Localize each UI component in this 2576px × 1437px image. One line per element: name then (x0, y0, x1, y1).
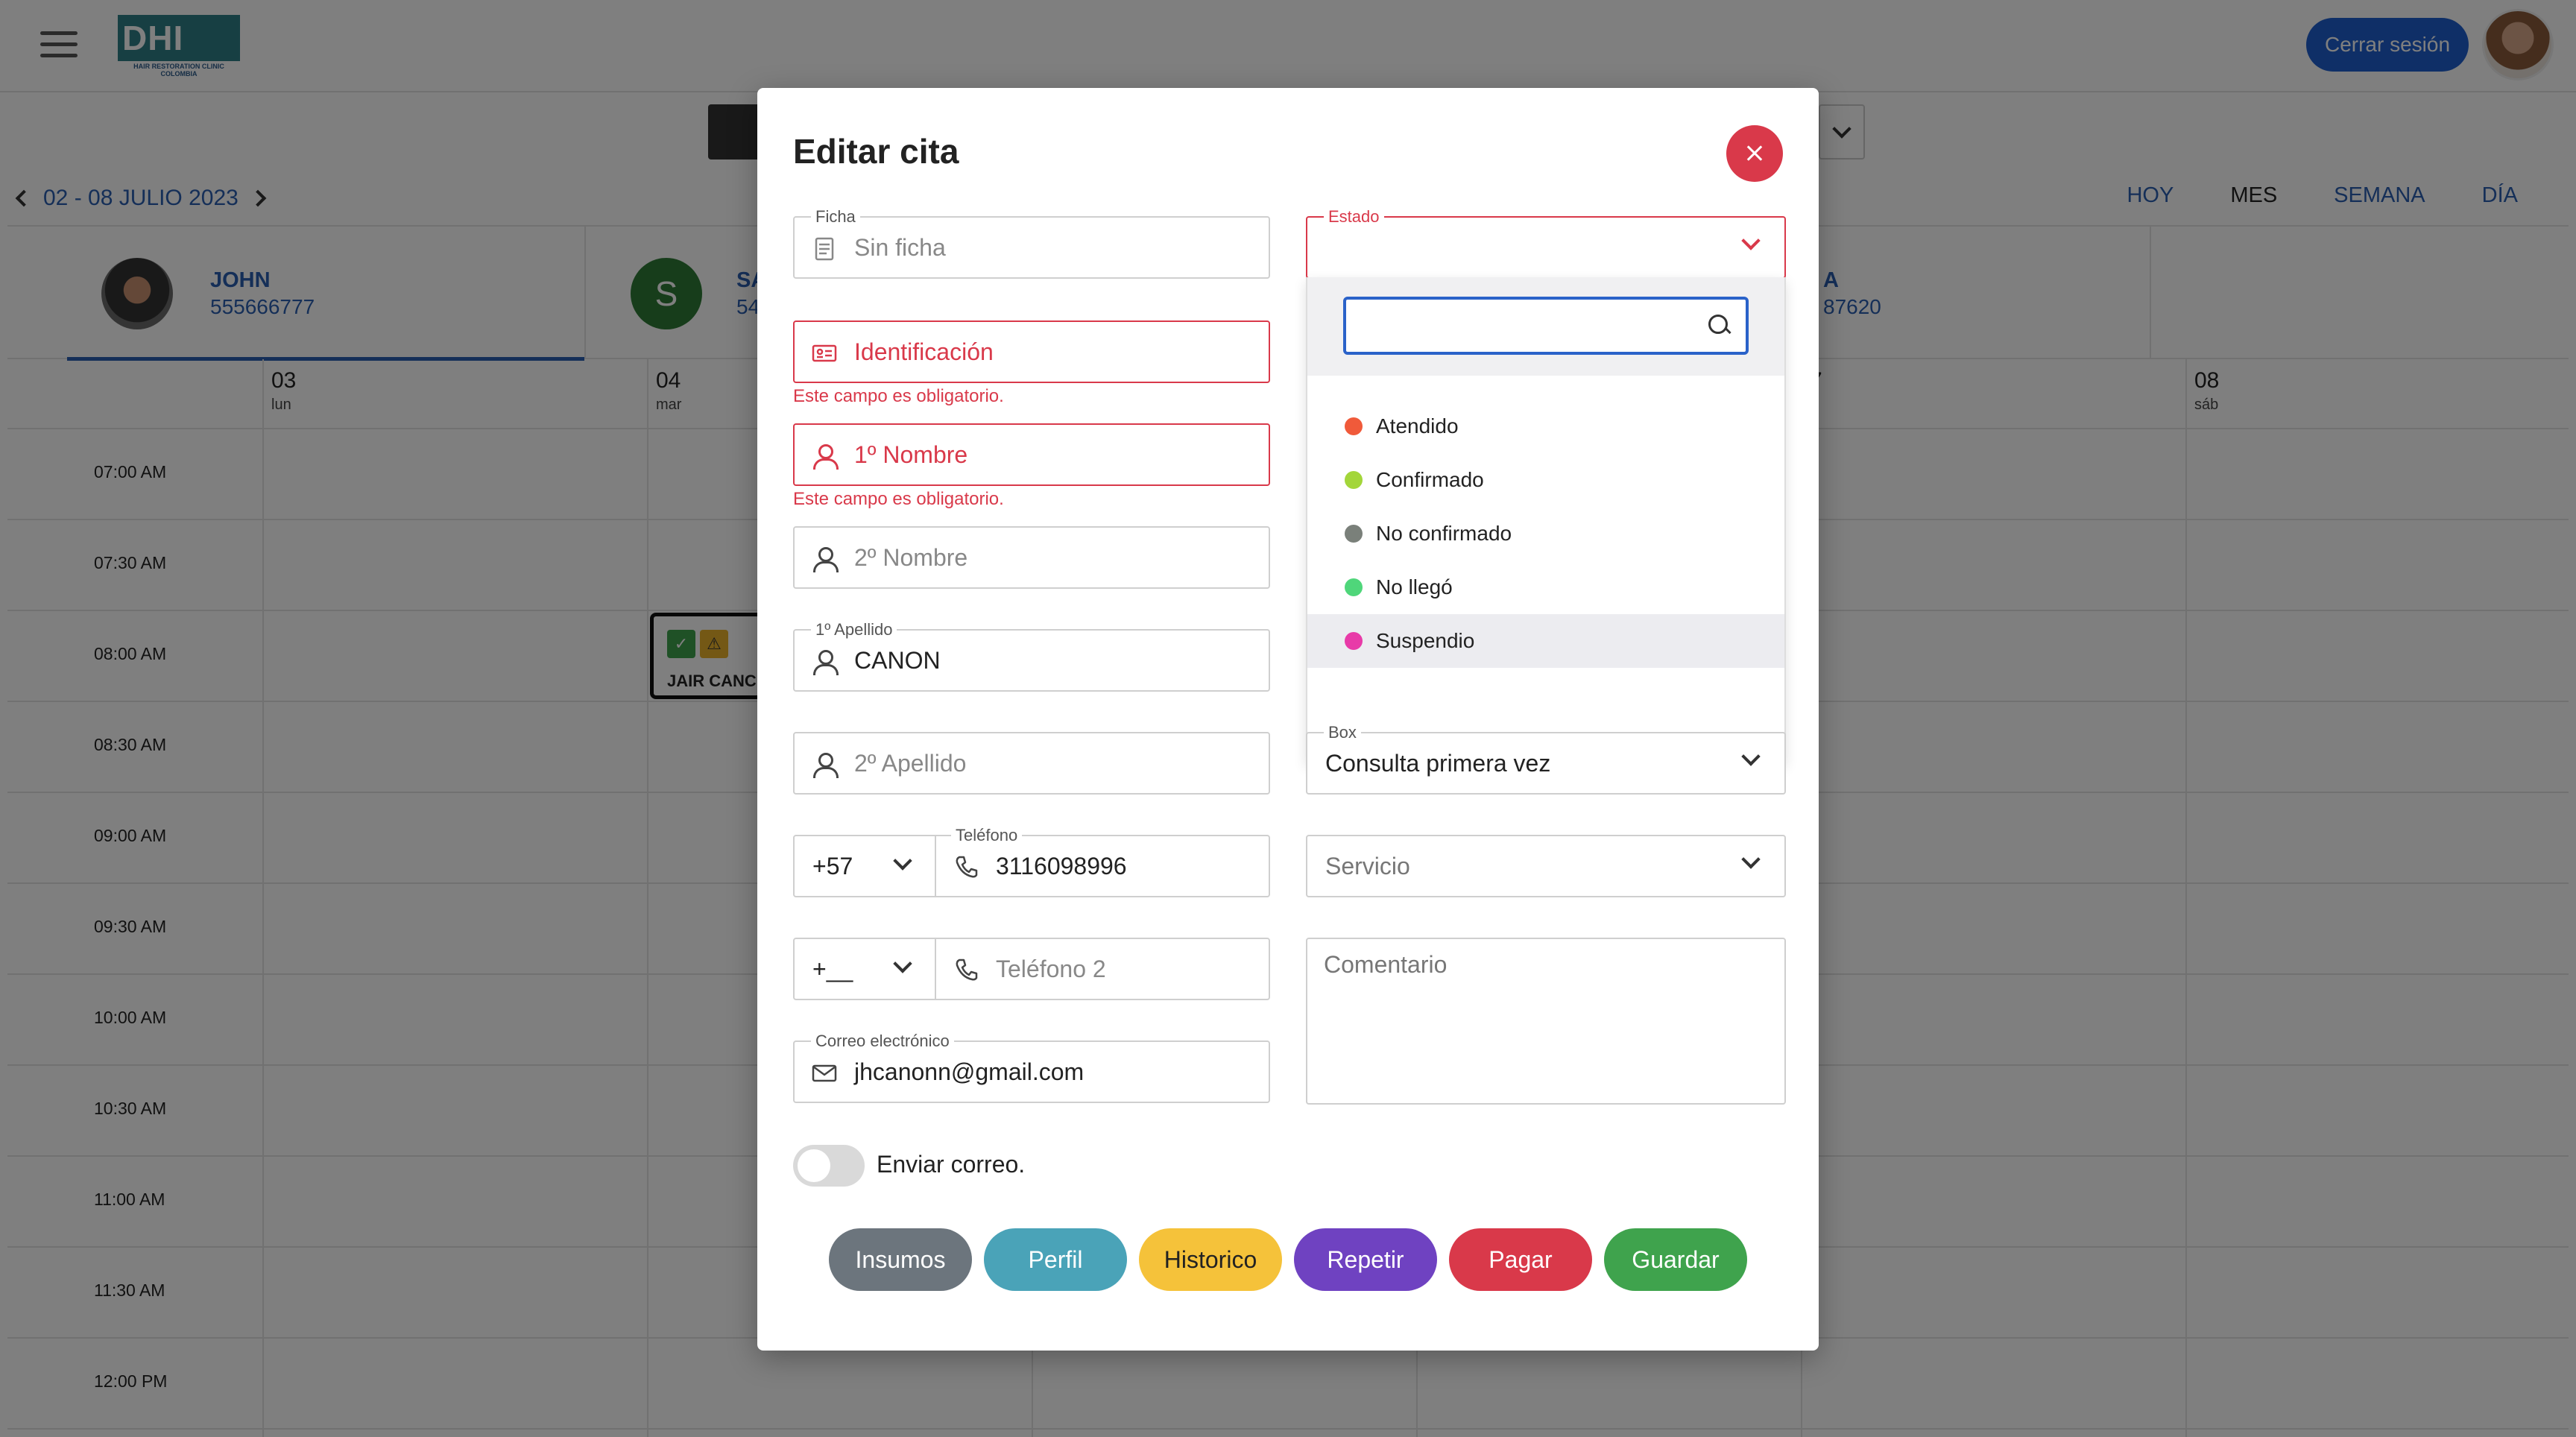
telefono2-field[interactable]: +__ Teléfono 2 (793, 938, 1270, 1000)
country-code-select[interactable]: +__ (795, 939, 936, 999)
id-card-icon (811, 340, 838, 367)
comentario-textarea[interactable]: Comentario (1306, 938, 1786, 1105)
estado-option-suspendio[interactable]: Suspendio (1307, 614, 1784, 668)
status-dot (1345, 578, 1363, 596)
phone-icon (954, 854, 979, 879)
mail-icon (811, 1060, 838, 1087)
box-select[interactable]: Box Consulta primera vez (1306, 723, 1786, 795)
ficha-field[interactable]: Ficha Sin ficha (793, 207, 1270, 279)
telefono-field[interactable]: Teléfono +57 3116098996 (793, 826, 1270, 897)
insumos-button[interactable]: Insumos (829, 1228, 972, 1291)
estado-option-confirmado[interactable]: Confirmado (1307, 453, 1784, 507)
user-icon (811, 648, 839, 675)
ficha-legend: Ficha (811, 207, 860, 227)
box-legend: Box (1324, 723, 1361, 742)
status-dot (1345, 525, 1363, 543)
correo-field[interactable]: Correo electrónico jhcanonn@gmail.com (793, 1032, 1270, 1103)
nombre1-error: Este campo es obligatorio. (793, 489, 1004, 509)
telefono-value: 3116098996 (996, 853, 1127, 879)
dropdown-search-area (1307, 277, 1784, 376)
nombre1-field[interactable]: 1º Nombre (793, 423, 1270, 486)
historico-button[interactable]: Historico (1139, 1228, 1282, 1291)
country-code-value: +57 (812, 853, 853, 879)
identificacion-placeholder: Identificación (854, 338, 994, 365)
enviar-correo-label: Enviar correo. (877, 1151, 1026, 1178)
telefono2-placeholder: Teléfono 2 (996, 956, 1106, 982)
option-label: Suspendio (1376, 629, 1475, 652)
apellido1-value: CANON (854, 647, 941, 674)
option-label: No confirmado (1376, 522, 1512, 545)
estado-option-atendido[interactable]: Atendido (1307, 399, 1784, 453)
country-code-value: +__ (812, 956, 853, 982)
telefono-legend: Teléfono (951, 826, 1023, 845)
status-dot (1345, 632, 1363, 650)
status-dot (1345, 417, 1363, 435)
pagar-button[interactable]: Pagar (1449, 1228, 1592, 1291)
phone-icon (954, 957, 979, 982)
user-icon (811, 546, 839, 572)
apellido2-field[interactable]: 2º Apellido (793, 732, 1270, 795)
servicio-placeholder: Servicio (1325, 853, 1410, 879)
chevron-down-icon (1741, 231, 1761, 250)
chevron-down-icon (1741, 850, 1761, 869)
estado-option-no-llego[interactable]: No llegó (1307, 560, 1784, 614)
estado-select[interactable]: Estado (1306, 207, 1786, 279)
document-icon (811, 236, 838, 262)
apellido2-placeholder: 2º Apellido (854, 750, 967, 777)
perfil-button[interactable]: Perfil (984, 1228, 1127, 1291)
estado-option-no-confirmado[interactable]: No confirmado (1307, 507, 1784, 560)
close-button[interactable] (1726, 125, 1783, 182)
repetir-button[interactable]: Repetir (1294, 1228, 1437, 1291)
estado-dropdown: Atendido Confirmado No confirmado No lle… (1306, 277, 1786, 763)
option-label: Atendido (1376, 414, 1459, 438)
chevron-down-icon (893, 954, 912, 973)
comentario-placeholder: Comentario (1324, 951, 1448, 978)
edit-appointment-modal: Editar cita Ficha Sin ficha Identificaci… (757, 88, 1819, 1351)
correo-legend: Correo electrónico (811, 1032, 954, 1051)
apellido1-field[interactable]: 1º Apellido CANON (793, 620, 1270, 692)
user-icon (811, 751, 839, 778)
identificacion-error: Este campo es obligatorio. (793, 386, 1004, 406)
search-icon (1707, 313, 1732, 338)
chevron-down-icon (1741, 747, 1761, 766)
ficha-placeholder: Sin ficha (854, 234, 946, 261)
modal-title: Editar cita (793, 132, 959, 171)
nombre2-placeholder: 2º Nombre (854, 544, 968, 571)
status-dot (1345, 471, 1363, 489)
servicio-select[interactable]: Servicio (1306, 835, 1786, 897)
guardar-button[interactable]: Guardar (1604, 1228, 1747, 1291)
country-code-select[interactable]: +57 (795, 836, 936, 896)
box-value: Consulta primera vez (1325, 750, 1551, 777)
apellido1-legend: 1º Apellido (811, 620, 897, 639)
correo-value: jhcanonn@gmail.com (854, 1058, 1085, 1085)
option-label: No llegó (1376, 575, 1453, 599)
nombre1-placeholder: 1º Nombre (854, 441, 968, 468)
enviar-correo-toggle[interactable] (793, 1145, 865, 1187)
identificacion-field[interactable]: Identificación (793, 320, 1270, 383)
user-icon (811, 443, 839, 470)
nombre2-field[interactable]: 2º Nombre (793, 526, 1270, 589)
option-label: Confirmado (1376, 468, 1484, 491)
estado-search-input[interactable] (1343, 297, 1749, 355)
chevron-down-icon (893, 851, 912, 871)
estado-legend: Estado (1324, 207, 1384, 227)
